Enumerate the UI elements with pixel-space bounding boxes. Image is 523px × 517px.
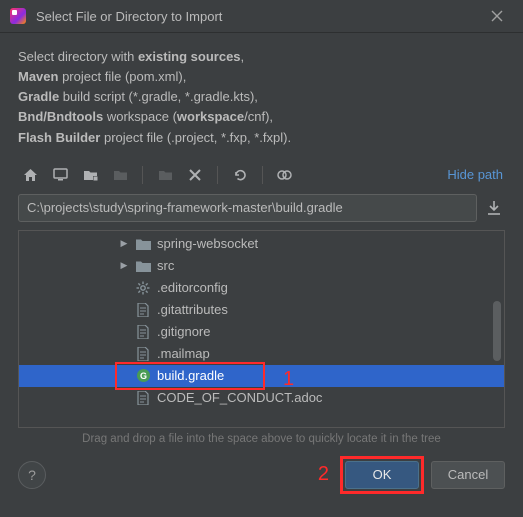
tree-item-folder[interactable]: ▶ spring-websocket bbox=[19, 233, 504, 255]
tree-item-label: CODE_OF_CONDUCT.adoc bbox=[157, 390, 322, 405]
intro-text: Select directory with existing sources, … bbox=[18, 47, 505, 148]
folder-icon bbox=[135, 238, 151, 250]
refresh-icon[interactable] bbox=[228, 164, 252, 186]
delete-icon[interactable] bbox=[183, 164, 207, 186]
desktop-icon[interactable] bbox=[48, 164, 72, 186]
tree-item-file[interactable]: .gitignore bbox=[19, 321, 504, 343]
help-button[interactable]: ? bbox=[18, 461, 46, 489]
gradle-icon: G bbox=[135, 368, 151, 383]
app-icon bbox=[10, 8, 26, 24]
separator bbox=[217, 166, 218, 184]
project-icon[interactable] bbox=[78, 164, 102, 186]
tree-item-label: src bbox=[157, 258, 174, 273]
tree-item-label: .gitignore bbox=[157, 324, 210, 339]
separator bbox=[142, 166, 143, 184]
path-input[interactable] bbox=[18, 194, 477, 222]
tree-item-label: spring-websocket bbox=[157, 236, 258, 251]
hide-path-link[interactable]: Hide path bbox=[447, 167, 505, 182]
module-icon bbox=[108, 164, 132, 186]
annotation-1: 1 bbox=[283, 368, 294, 391]
cancel-button[interactable]: Cancel bbox=[431, 461, 505, 489]
annotation-2: 2 bbox=[318, 463, 329, 486]
tree-item-label: .gitattributes bbox=[157, 302, 228, 317]
new-folder-icon bbox=[153, 164, 177, 186]
show-hidden-icon[interactable] bbox=[273, 164, 297, 186]
file-tree[interactable]: ▶ spring-websocket ▶ src .editorconfig .… bbox=[18, 230, 505, 428]
tree-item-file[interactable]: CODE_OF_CONDUCT.adoc bbox=[19, 387, 504, 409]
tree-item-label: .editorconfig bbox=[157, 280, 228, 295]
tree-item-folder[interactable]: ▶ src bbox=[19, 255, 504, 277]
file-icon bbox=[135, 325, 151, 339]
svg-text:G: G bbox=[139, 371, 146, 381]
home-icon[interactable] bbox=[18, 164, 42, 186]
gear-icon bbox=[135, 281, 151, 295]
file-icon bbox=[135, 303, 151, 317]
scrollbar[interactable] bbox=[493, 301, 501, 361]
folder-icon bbox=[135, 260, 151, 272]
tree-item-file[interactable]: .editorconfig bbox=[19, 277, 504, 299]
tree-item-selected[interactable]: G build.gradle bbox=[19, 365, 504, 387]
save-path-icon[interactable] bbox=[483, 196, 505, 220]
file-icon bbox=[135, 391, 151, 405]
separator bbox=[262, 166, 263, 184]
close-icon[interactable] bbox=[485, 8, 509, 24]
tree-item-label: .mailmap bbox=[157, 346, 210, 361]
window-title: Select File or Directory to Import bbox=[36, 9, 485, 24]
tree-item-file[interactable]: .mailmap bbox=[19, 343, 504, 365]
file-icon bbox=[135, 347, 151, 361]
hint-text: Drag and drop a file into the space abov… bbox=[18, 433, 505, 445]
tree-item-file[interactable]: .gitattributes bbox=[19, 299, 504, 321]
ok-button[interactable]: OK bbox=[345, 461, 419, 489]
tree-item-label: build.gradle bbox=[157, 368, 224, 383]
